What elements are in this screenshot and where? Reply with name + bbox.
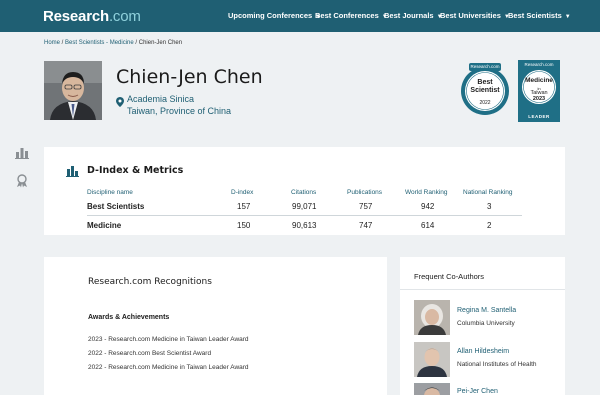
nav-best-conferences[interactable]: Best Conferences ▼ bbox=[315, 11, 388, 20]
badge-ribbon: LEADER bbox=[528, 114, 550, 119]
nav-label: Best Journals bbox=[384, 11, 434, 20]
column-header-d-index: D-index bbox=[231, 189, 254, 196]
cell-d-index: 157 bbox=[237, 202, 251, 211]
row-divider bbox=[87, 215, 522, 216]
cell-world-ranking: 614 bbox=[421, 221, 435, 230]
nav-label: Best Universities bbox=[440, 11, 501, 20]
cell-publications: 757 bbox=[359, 202, 373, 211]
award-item: 2023 - Research.com Medicine in Taiwan L… bbox=[88, 336, 249, 343]
cell-citations: 90,613 bbox=[292, 221, 317, 230]
cell-discipline[interactable]: Medicine bbox=[87, 221, 121, 230]
badge-brand: Research.com bbox=[524, 62, 554, 67]
cell-citations: 99,071 bbox=[292, 202, 317, 211]
badge-line2: Scientist bbox=[470, 87, 500, 94]
coauthor-name[interactable]: Allan Hildesheim bbox=[457, 348, 509, 355]
award-item: 2022 - Research.com Medicine in Taiwan L… bbox=[88, 364, 249, 371]
nav-label: Upcoming Conferences bbox=[228, 11, 313, 20]
bar-chart-icon[interactable] bbox=[15, 146, 29, 164]
nav-best-universities[interactable]: Best Universities ▼ bbox=[440, 11, 510, 20]
column-header-publications: Publications bbox=[347, 189, 383, 196]
breadcrumb-current: Chien-Jen Chen bbox=[138, 40, 183, 46]
breadcrumb: Home / Best Scientists - Medicine / Chie… bbox=[44, 40, 182, 46]
profile-name: Chien-Jen Chen bbox=[116, 66, 263, 88]
cell-discipline[interactable]: Best Scientists bbox=[87, 202, 144, 211]
awards-title: Awards & Achievements bbox=[88, 314, 170, 321]
logo-suffix: .com bbox=[108, 8, 141, 25]
badge-line1: Medicine bbox=[525, 77, 553, 84]
coauthor-affiliation: Columbia University bbox=[457, 320, 515, 327]
coauthor-name[interactable]: Pei-Jer Chen bbox=[457, 388, 498, 395]
column-header-discipline: Discipline name bbox=[87, 189, 133, 196]
nav-upcoming-conferences[interactable]: Upcoming Conferences ▼ bbox=[228, 11, 321, 20]
cell-national-ranking: 3 bbox=[487, 202, 492, 211]
metrics-title: D-Index & Metrics bbox=[87, 165, 184, 176]
award-item: 2022 - Research.com Best Scientist Award bbox=[88, 350, 212, 357]
recognitions-title: Research.com Recognitions bbox=[88, 277, 212, 287]
column-header-world-ranking: World Ranking bbox=[405, 189, 448, 196]
nav-best-journals[interactable]: Best Journals ▼ bbox=[384, 11, 443, 20]
nav-best-scientists[interactable]: Best Scientists ▼ bbox=[508, 11, 571, 20]
coauthor-affiliation: National Institutes of Health bbox=[457, 361, 537, 368]
breadcrumb-section[interactable]: Best Scientists - Medicine bbox=[65, 40, 134, 46]
cell-world-ranking: 942 bbox=[421, 202, 435, 211]
logo-main: Research bbox=[43, 8, 109, 25]
cell-publications: 747 bbox=[359, 221, 373, 230]
coauthor-avatar[interactable] bbox=[414, 342, 450, 377]
best-scientist-badge[interactable]: Research.com Best Scientist 2022 bbox=[460, 62, 510, 116]
column-header-national-ranking: National Ranking bbox=[463, 189, 513, 196]
bar-chart-icon bbox=[66, 164, 79, 182]
top-navigation-bar: Research.com Upcoming Conferences ▼ Best … bbox=[0, 0, 600, 32]
badge-line1: Best bbox=[477, 79, 493, 86]
award-ribbon-icon[interactable] bbox=[15, 174, 29, 193]
nav-label: Best Scientists bbox=[508, 11, 562, 20]
cell-national-ranking: 2 bbox=[487, 221, 492, 230]
coauthors-divider bbox=[400, 289, 565, 290]
profile-photo bbox=[44, 61, 102, 120]
cell-d-index: 150 bbox=[237, 221, 251, 230]
coauthors-title: Frequent Co-Authors bbox=[414, 272, 485, 281]
breadcrumb-home[interactable]: Home bbox=[44, 40, 60, 46]
medicine-leader-badge[interactable]: Research.com Medicine in Taiwan 2023 LEA… bbox=[518, 60, 560, 122]
profile-location: Taiwan, Province of China bbox=[127, 106, 232, 116]
chevron-down-icon: ▼ bbox=[564, 14, 571, 20]
badge-brand: Research.com bbox=[470, 64, 500, 69]
coauthor-avatar[interactable] bbox=[414, 383, 450, 395]
badge-year: 2022 bbox=[479, 100, 491, 106]
coauthor-avatar[interactable] bbox=[414, 300, 450, 335]
column-header-citations: Citations bbox=[291, 189, 317, 196]
site-logo[interactable]: Research.com bbox=[43, 8, 141, 25]
profile-institution[interactable]: Academia Sinica bbox=[127, 94, 194, 104]
coauthor-name[interactable]: Regina M. Santella bbox=[457, 307, 516, 314]
nav-label: Best Conferences bbox=[315, 11, 379, 20]
badge-year: 2023 bbox=[532, 96, 546, 102]
map-pin-icon bbox=[116, 94, 124, 112]
